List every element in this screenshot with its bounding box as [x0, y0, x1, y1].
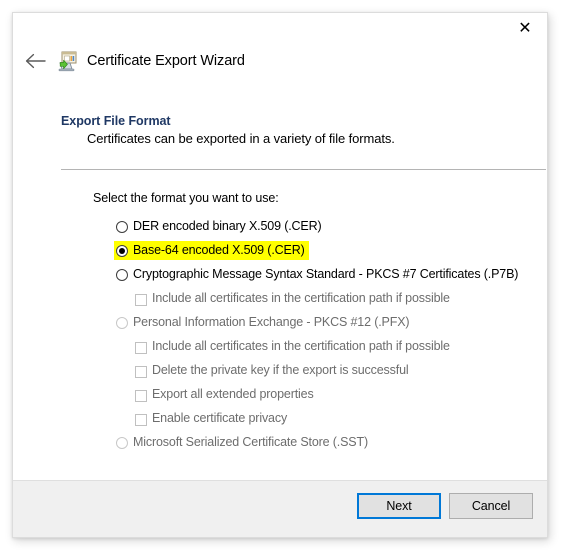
checkbox-box — [135, 389, 147, 402]
radio-button[interactable] — [116, 245, 128, 257]
highlighted-option: Base-64 encoded X.509 (.CER) — [114, 241, 309, 260]
wizard-body: Export File Format Certificates can be e… — [13, 79, 547, 481]
option-label: Microsoft Serialized Certificate Store (… — [133, 435, 368, 449]
option-label: Base-64 encoded X.509 (.CER) — [133, 243, 305, 257]
radio-option-row: Personal Information Exchange - PKCS #12… — [13, 313, 547, 337]
next-button[interactable]: Next — [357, 493, 441, 519]
checkbox-box — [135, 293, 147, 306]
certificate-export-icon — [57, 50, 79, 72]
wizard-nav-row: Certificate Export Wizard — [13, 43, 547, 79]
option-content: Export all extended properties — [135, 385, 314, 404]
option-label: Export all extended properties — [152, 387, 314, 401]
radio-button — [116, 437, 128, 449]
page-subtitle: Certificates can be exported in a variet… — [87, 131, 395, 146]
radio-option-row[interactable]: Base-64 encoded X.509 (.CER) — [13, 241, 547, 265]
footer-button-row: Next Cancel — [357, 493, 533, 519]
radio-selected-dot — [119, 248, 125, 254]
checkbox-option-row: Enable certificate privacy — [13, 409, 547, 433]
screen-root: ✕ Certificate Export Wizard Export File … — [0, 0, 573, 551]
back-arrow-icon — [25, 53, 46, 69]
checkbox-option-row: Include all certificates in the certific… — [13, 337, 547, 361]
radio-option-row: Microsoft Serialized Certificate Store (… — [13, 433, 547, 457]
format-option-list: DER encoded binary X.509 (.CER) Base-64 e… — [13, 217, 547, 457]
radio-button[interactable] — [116, 269, 128, 281]
option-label: Include all certificates in the certific… — [152, 291, 450, 305]
option-content: Enable certificate privacy — [135, 409, 287, 428]
option-content: Include all certificates in the certific… — [135, 337, 450, 356]
window-title: Certificate Export Wizard — [87, 53, 245, 69]
option-content: Delete the private key if the export is … — [135, 361, 409, 380]
checkbox-option-row: Delete the private key if the export is … — [13, 361, 547, 385]
checkbox-box — [135, 365, 147, 378]
option-content: Cryptographic Message Syntax Standard - … — [116, 265, 518, 284]
radio-button[interactable] — [116, 221, 128, 233]
checkbox-option-row: Include all certificates in the certific… — [13, 289, 547, 313]
back-button[interactable] — [21, 46, 51, 76]
option-label: Include all certificates in the certific… — [152, 339, 450, 353]
close-button[interactable]: ✕ — [503, 13, 547, 43]
format-prompt: Select the format you want to use: — [93, 191, 279, 205]
dialog-footer: Next Cancel — [13, 480, 547, 537]
certificate-export-wizard-window: ✕ Certificate Export Wizard Export File … — [12, 12, 548, 538]
option-content: Microsoft Serialized Certificate Store (… — [116, 433, 368, 452]
cancel-button[interactable]: Cancel — [449, 493, 533, 519]
checkbox-option-row: Export all extended properties — [13, 385, 547, 409]
option-label: Personal Information Exchange - PKCS #12… — [133, 315, 410, 329]
title-bar: ✕ — [13, 13, 547, 43]
checkbox-box — [135, 341, 147, 354]
option-label: DER encoded binary X.509 (.CER) — [133, 219, 322, 233]
option-content: Personal Information Exchange - PKCS #12… — [116, 313, 410, 332]
option-label: Delete the private key if the export is … — [152, 363, 409, 377]
page-title: Export File Format — [61, 114, 171, 128]
option-content: Include all certificates in the certific… — [135, 289, 450, 308]
radio-option-row[interactable]: Cryptographic Message Syntax Standard - … — [13, 265, 547, 289]
option-label: Cryptographic Message Syntax Standard - … — [133, 267, 519, 281]
radio-option-row[interactable]: DER encoded binary X.509 (.CER) — [13, 217, 547, 241]
page-heading-block: Export File Format Certificates can be e… — [61, 114, 521, 146]
option-content: DER encoded binary X.509 (.CER) — [116, 217, 322, 236]
close-icon: ✕ — [518, 18, 532, 37]
checkbox-box — [135, 413, 147, 426]
option-label: Enable certificate privacy — [152, 411, 288, 425]
radio-button — [116, 317, 128, 329]
heading-divider — [61, 169, 546, 170]
